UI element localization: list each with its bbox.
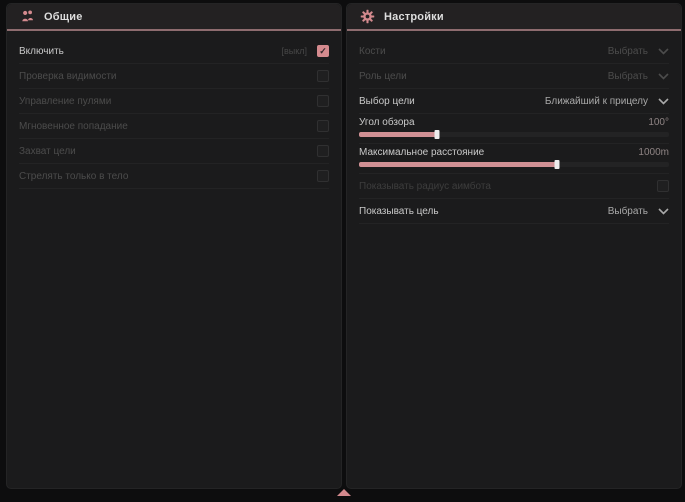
max-distance-slider[interactable]: [359, 162, 669, 167]
chevron-down-icon: [658, 208, 669, 215]
panel-settings: Настройки Кости Выбрать Роль цели Выбрат…: [346, 3, 682, 489]
row-target-selection[interactable]: Выбор цели Ближайший к прицелу: [359, 89, 669, 114]
row-visibility-check[interactable]: Проверка видимости: [19, 64, 329, 89]
row-label: Показывать радиус аимбота: [359, 181, 491, 192]
row-enable[interactable]: Включить [выкл] ✓: [19, 39, 329, 64]
slider-fill: [359, 132, 437, 137]
show-target-dropdown[interactable]: Выбрать: [608, 206, 669, 217]
slider-header: Максимальное расстояние 1000m: [359, 147, 669, 158]
slider-handle[interactable]: [555, 160, 560, 169]
row-bullet-control[interactable]: Управление пулями: [19, 89, 329, 114]
chevron-down-icon: [658, 73, 669, 80]
enable-checkbox[interactable]: ✓: [317, 45, 329, 57]
row-bones[interactable]: Кости Выбрать: [359, 39, 669, 64]
row-show-target[interactable]: Показывать цель Выбрать: [359, 199, 669, 224]
row-label: Захват цели: [19, 146, 76, 157]
row-label: Включить: [19, 46, 64, 57]
row-fov[interactable]: Угол обзора 100°: [359, 114, 669, 144]
row-label: Мгновенное попадание: [19, 121, 128, 132]
row-target-lock[interactable]: Захват цели: [19, 139, 329, 164]
dropdown-value: Выбрать: [608, 46, 648, 57]
settings-rows: Кости Выбрать Роль цели Выбрать Выбор це…: [347, 31, 681, 224]
slider-value: 100°: [648, 117, 669, 128]
row-max-distance[interactable]: Максимальное расстояние 1000m: [359, 144, 669, 174]
target-role-dropdown[interactable]: Выбрать: [608, 71, 669, 82]
target-selection-dropdown[interactable]: Ближайший к прицелу: [545, 96, 669, 107]
row-show-aimbot-radius[interactable]: Показывать радиус аимбота: [359, 174, 669, 199]
state-badge: [выкл]: [281, 46, 307, 56]
panel-settings-header[interactable]: Настройки: [347, 4, 681, 31]
row-target-role[interactable]: Роль цели Выбрать: [359, 64, 669, 89]
bones-dropdown[interactable]: Выбрать: [608, 46, 669, 57]
slider-fill: [359, 162, 557, 167]
dropdown-value: Выбрать: [608, 206, 648, 217]
panel-general: Общие Включить [выкл] ✓ Проверка видимос…: [6, 3, 342, 489]
check-icon: ✓: [319, 47, 327, 56]
scroll-up-indicator[interactable]: [337, 489, 351, 496]
panel-title: Настройки: [384, 11, 444, 23]
slider-handle[interactable]: [434, 130, 439, 139]
visibility-checkbox[interactable]: [317, 70, 329, 82]
panel-title: Общие: [44, 11, 83, 23]
row-label: Показывать цель: [359, 206, 439, 217]
slider-header: Угол обзора 100°: [359, 117, 669, 128]
row-instant-hit[interactable]: Мгновенное попадание: [19, 114, 329, 139]
chevron-down-icon: [658, 48, 669, 55]
target-lock-checkbox[interactable]: [317, 145, 329, 157]
dropdown-value: Выбрать: [608, 71, 648, 82]
row-label: Управление пулями: [19, 96, 111, 107]
gear-icon: [360, 9, 375, 24]
row-label: Выбор цели: [359, 96, 415, 107]
body-only-checkbox[interactable]: [317, 170, 329, 182]
row-controls: [выкл] ✓: [281, 45, 329, 57]
row-label: Кости: [359, 46, 386, 57]
bullet-control-checkbox[interactable]: [317, 95, 329, 107]
chevron-down-icon: [658, 98, 669, 105]
panel-general-header[interactable]: Общие: [7, 4, 341, 31]
general-rows: Включить [выкл] ✓ Проверка видимости Упр…: [7, 31, 341, 189]
row-label: Угол обзора: [359, 117, 415, 128]
dropdown-value: Ближайший к прицелу: [545, 96, 648, 107]
instant-hit-checkbox[interactable]: [317, 120, 329, 132]
fov-slider[interactable]: [359, 132, 669, 137]
group-icon: [20, 9, 35, 24]
row-label: Стрелять только в тело: [19, 171, 128, 182]
row-label: Роль цели: [359, 71, 407, 82]
row-label: Максимальное расстояние: [359, 147, 484, 158]
slider-value: 1000m: [638, 147, 669, 158]
row-label: Проверка видимости: [19, 71, 117, 82]
aimbot-radius-checkbox[interactable]: [657, 180, 669, 192]
row-body-only[interactable]: Стрелять только в тело: [19, 164, 329, 189]
